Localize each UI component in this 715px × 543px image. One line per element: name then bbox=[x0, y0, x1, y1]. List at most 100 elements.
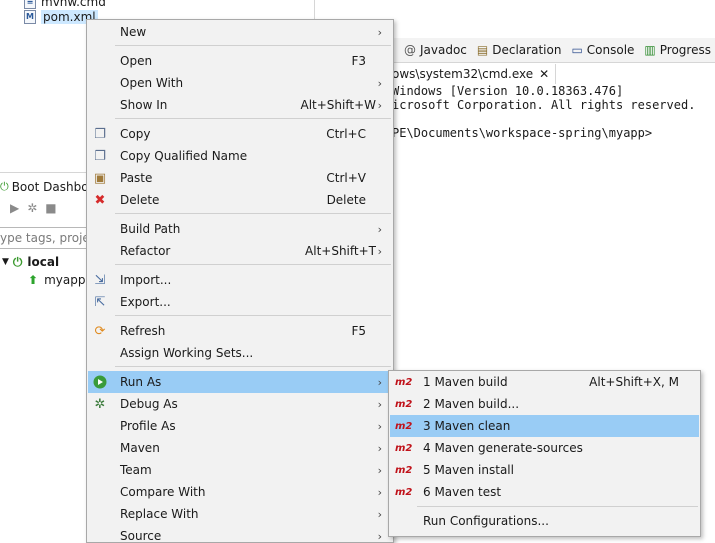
stop-icon[interactable]: ■ bbox=[45, 201, 56, 215]
start-icon[interactable]: ▶ bbox=[10, 201, 19, 215]
javadoc-icon: @ bbox=[404, 43, 416, 57]
chevron-right-icon: › bbox=[377, 419, 382, 433]
menu-item-paste[interactable]: ▣ Paste Ctrl+V bbox=[88, 167, 392, 189]
submenu-item-label: 3 Maven clean bbox=[423, 419, 511, 433]
submenu-item-maven-install[interactable]: m2 5 Maven install bbox=[390, 459, 699, 481]
tag-filter-input[interactable]: ype tags, projec bbox=[0, 227, 100, 249]
menu-item-shortcut: Alt+Shift+T bbox=[305, 244, 376, 258]
menu-separator bbox=[115, 315, 391, 316]
boot-app-node[interactable]: ⬆ myapp bbox=[28, 271, 85, 289]
context-menu: New › Open F3 Open With › Show In Alt+Sh… bbox=[86, 19, 394, 543]
menu-item-maven[interactable]: Maven › bbox=[88, 437, 392, 459]
view-tab-bar: @ Javadoc ▤ Declaration ▭ Console ▥ Prog… bbox=[392, 38, 715, 63]
menu-item-profile-as[interactable]: Profile As › bbox=[88, 415, 392, 437]
menu-item-replace-with[interactable]: Replace With › bbox=[88, 503, 392, 525]
menu-item-team[interactable]: Team › bbox=[88, 459, 392, 481]
menu-item-label: Import... bbox=[120, 273, 172, 287]
maven-m2-icon: m2 bbox=[395, 420, 413, 432]
chevron-right-icon: › bbox=[377, 76, 382, 90]
export-icon: ⇱ bbox=[94, 294, 106, 310]
spring-boot-icon: ⏻ bbox=[0, 180, 9, 193]
chevron-right-icon: › bbox=[377, 529, 382, 543]
menu-item-shortcut: Alt+Shift+W bbox=[300, 98, 377, 112]
chevron-right-icon: › bbox=[377, 375, 382, 389]
chevron-right-icon: › bbox=[377, 98, 382, 112]
menu-item-debug-as[interactable]: ✲ Debug As › bbox=[88, 393, 392, 415]
submenu-item-maven-build-dialog[interactable]: m2 2 Maven build... bbox=[390, 393, 699, 415]
menu-item-export[interactable]: ⇱ Export... bbox=[88, 291, 392, 313]
menu-separator bbox=[115, 366, 391, 367]
menu-item-show-in[interactable]: Show In Alt+Shift+W › bbox=[88, 94, 392, 116]
chevron-right-icon: › bbox=[377, 441, 382, 455]
console-process-tab[interactable]: ows\system32\cmd.exe ✕ bbox=[392, 64, 557, 84]
menu-item-assign-working-sets[interactable]: Assign Working Sets... bbox=[88, 342, 392, 364]
console-line: Windows [Version 10.0.18363.476] bbox=[392, 84, 624, 98]
boot-toolbar: ▶ ✲ ■ bbox=[10, 201, 57, 215]
chevron-right-icon: › bbox=[377, 507, 382, 521]
tab-javadoc[interactable]: @ Javadoc bbox=[404, 43, 467, 57]
copy-qualified-icon: ❐ bbox=[94, 148, 106, 164]
menu-item-copy[interactable]: ❐ Copy Ctrl+C bbox=[88, 123, 392, 145]
console-process-title: ows\system32\cmd.exe bbox=[392, 67, 534, 81]
expand-chevron-icon[interactable]: ▼ bbox=[2, 257, 9, 267]
menu-item-copy-qualified-name[interactable]: ❐ Copy Qualified Name bbox=[88, 145, 392, 167]
copy-icon: ❐ bbox=[94, 126, 106, 142]
file-icon: ≡ bbox=[24, 0, 36, 9]
menu-item-refactor[interactable]: Refactor Alt+Shift+T › bbox=[88, 240, 392, 262]
declaration-icon: ▤ bbox=[476, 43, 489, 57]
run-icon bbox=[92, 374, 108, 390]
tab-console[interactable]: ▭ Console bbox=[571, 43, 634, 57]
tab-label: Declaration bbox=[492, 43, 562, 57]
submenu-item-maven-test[interactable]: m2 6 Maven test bbox=[390, 481, 699, 503]
tab-declaration[interactable]: ▤ Declaration bbox=[477, 43, 562, 57]
tab-progress[interactable]: ▥ Progress bbox=[644, 43, 711, 57]
submenu-item-maven-build[interactable]: m2 1 Maven build Alt+Shift+X, M bbox=[390, 371, 699, 393]
menu-item-label: Open With bbox=[120, 76, 184, 90]
tab-label: Javadoc bbox=[420, 43, 467, 57]
chevron-right-icon: › bbox=[377, 244, 382, 258]
menu-item-label: Show In bbox=[120, 98, 168, 112]
submenu-item-maven-generate-sources[interactable]: m2 4 Maven generate-sources bbox=[390, 437, 699, 459]
debug-start-icon[interactable]: ✲ bbox=[27, 201, 37, 215]
submenu-item-maven-clean[interactable]: m2 3 Maven clean bbox=[390, 415, 699, 437]
maven-m2-icon: m2 bbox=[395, 376, 413, 388]
menu-separator bbox=[115, 264, 391, 265]
menu-item-run-as[interactable]: Run As › bbox=[88, 371, 392, 393]
menu-item-label: Open bbox=[120, 54, 153, 68]
menu-item-compare-with[interactable]: Compare With › bbox=[88, 481, 392, 503]
console-line: icrosoft Corporation. All rights reserve… bbox=[392, 98, 696, 112]
menu-item-shortcut: Delete bbox=[326, 193, 366, 207]
boot-dashboard-title: Boot Dashboa bbox=[11, 180, 96, 194]
boot-local-node[interactable]: ▼ ⏻ local bbox=[0, 253, 59, 271]
menu-item-label: Refresh bbox=[120, 324, 166, 338]
chevron-right-icon: › bbox=[377, 463, 382, 477]
menu-item-label: Run As bbox=[120, 375, 162, 389]
boot-local-label: local bbox=[27, 255, 60, 269]
menu-item-source[interactable]: Source › bbox=[88, 525, 392, 543]
progress-icon: ▥ bbox=[644, 43, 656, 57]
menu-separator bbox=[115, 213, 391, 214]
tab-label: Console bbox=[586, 43, 635, 57]
submenu-item-shortcut: Alt+Shift+X, M bbox=[589, 375, 679, 389]
menu-item-build-path[interactable]: Build Path › bbox=[88, 218, 392, 240]
refresh-icon: ⟳ bbox=[94, 323, 106, 339]
submenu-item-label: 5 Maven install bbox=[423, 463, 514, 477]
paste-icon: ▣ bbox=[93, 170, 107, 186]
menu-item-import[interactable]: ⇲ Import... bbox=[88, 269, 392, 291]
menu-item-refresh[interactable]: ⟳ Refresh F5 bbox=[88, 320, 392, 342]
menu-item-label: Copy bbox=[120, 127, 151, 141]
menu-item-open[interactable]: Open F3 bbox=[88, 50, 392, 72]
menu-item-label: Replace With bbox=[120, 507, 199, 521]
tab-label: Progress bbox=[659, 43, 711, 57]
boot-dashboard-tab[interactable]: ⏻ Boot Dashboa bbox=[0, 175, 96, 199]
maven-m2-icon: m2 bbox=[395, 398, 413, 410]
menu-item-open-with[interactable]: Open With › bbox=[88, 72, 392, 94]
submenu-item-run-configurations[interactable]: Run Configurations... bbox=[390, 510, 699, 532]
running-arrow-icon: ⬆ bbox=[28, 273, 39, 287]
console-output: Windows [Version 10.0.18363.476] icrosof… bbox=[392, 84, 715, 140]
menu-item-delete[interactable]: ✖ Delete Delete bbox=[88, 189, 392, 211]
menu-item-label: Maven bbox=[120, 441, 160, 455]
maven-pom-icon: M bbox=[24, 10, 36, 24]
menu-item-new[interactable]: New › bbox=[88, 21, 392, 43]
close-icon[interactable]: ✕ bbox=[539, 67, 549, 81]
